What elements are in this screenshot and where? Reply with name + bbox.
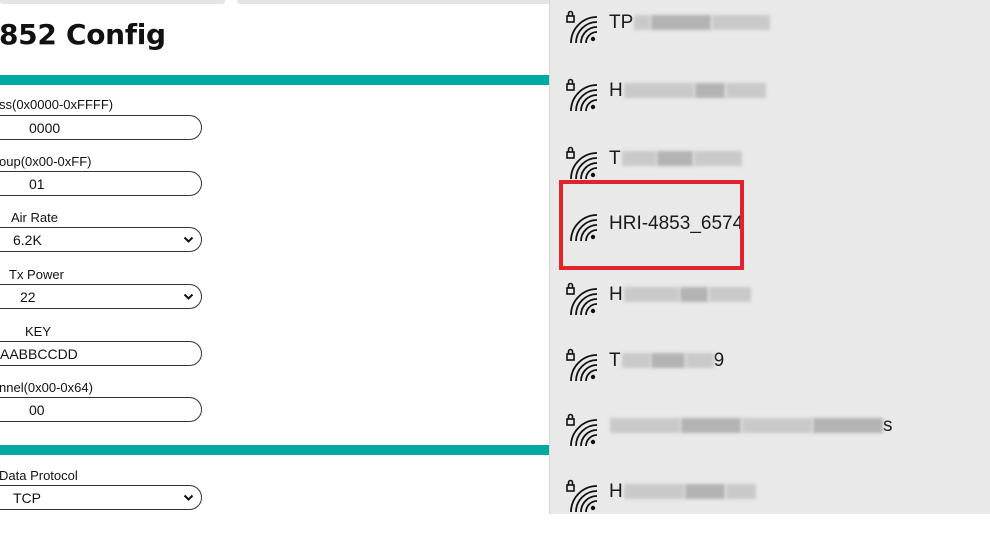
wifi-secured-icon bbox=[566, 282, 598, 315]
chevron-down-icon bbox=[183, 293, 194, 300]
wifi-network-name: T bbox=[609, 148, 742, 170]
browser-tab[interactable] bbox=[0, 0, 225, 4]
address-input[interactable] bbox=[0, 115, 202, 140]
tx-power-label: Tx Power bbox=[9, 267, 64, 282]
wifi-secured-icon bbox=[566, 413, 598, 446]
page-title: 852 Config bbox=[0, 18, 166, 51]
wifi-network-name: TP bbox=[609, 12, 771, 34]
group-input[interactable] bbox=[0, 171, 202, 196]
address-label: ss(0x0000-0xFFFF) bbox=[0, 97, 114, 112]
wifi-network-name: H bbox=[609, 284, 751, 306]
wifi-network-item[interactable]: T9 bbox=[550, 341, 990, 409]
browser-tab[interactable] bbox=[237, 0, 550, 4]
air-rate-select[interactable]: 6.2K bbox=[0, 227, 202, 252]
data-protocol-select[interactable]: TCP bbox=[0, 485, 202, 510]
wifi-network-name: T9 bbox=[609, 350, 725, 371]
wifi-network-item[interactable]: H bbox=[550, 71, 990, 139]
tx-power-select[interactable]: 22 bbox=[0, 284, 202, 309]
channel-label: nnel(0x00-0x64) bbox=[0, 380, 93, 395]
tx-power-value: 22 bbox=[20, 289, 36, 305]
data-protocol-label: Data Protocol bbox=[0, 468, 78, 483]
chevron-down-icon bbox=[183, 494, 194, 501]
wifi-network-name: s bbox=[609, 415, 893, 437]
wifi-secured-icon bbox=[566, 479, 598, 512]
wifi-secured-icon bbox=[566, 146, 598, 179]
highlight-box bbox=[559, 180, 744, 270]
wifi-secured-icon bbox=[566, 348, 598, 381]
key-label: KEY bbox=[25, 324, 52, 339]
wifi-secured-icon bbox=[566, 10, 598, 43]
wifi-network-item[interactable]: s bbox=[550, 406, 990, 474]
wifi-network-item[interactable]: H bbox=[550, 275, 990, 343]
section-divider bbox=[0, 445, 550, 455]
wifi-secured-icon bbox=[566, 78, 598, 111]
wifi-network-item[interactable]: H bbox=[550, 472, 990, 540]
data-protocol-value: TCP bbox=[13, 490, 41, 506]
air-rate-value: 6.2K bbox=[13, 232, 42, 248]
key-input[interactable] bbox=[0, 341, 202, 366]
air-rate-label: Air Rate bbox=[11, 210, 58, 225]
wifi-network-name: H bbox=[609, 80, 766, 102]
chevron-down-icon bbox=[183, 236, 194, 243]
section-divider bbox=[0, 75, 550, 85]
channel-input[interactable] bbox=[0, 397, 202, 422]
wifi-network-item[interactable]: TP bbox=[550, 3, 990, 71]
config-page: 852 Config ss(0x0000-0xFFFF) oup(0x00-0x… bbox=[0, 0, 550, 514]
wifi-network-name: H bbox=[609, 481, 756, 503]
group-label: oup(0x00-0xFF) bbox=[0, 154, 92, 169]
